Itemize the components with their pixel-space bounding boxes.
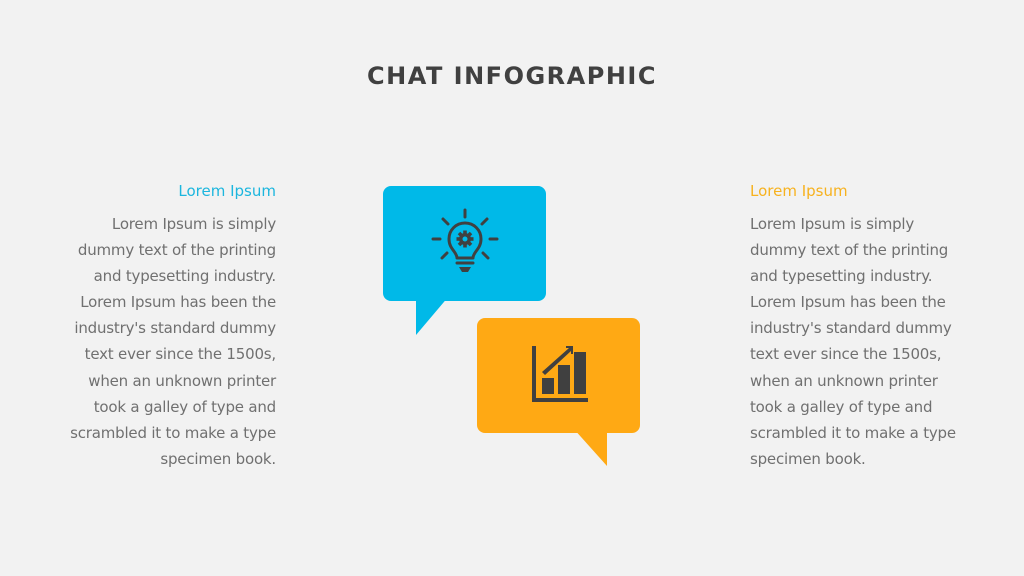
left-line: when an unknown printer <box>88 371 276 390</box>
left-line: scrambled it to make a type <box>70 423 276 442</box>
left-body: Lorem Ipsum is simply dummy text of the … <box>36 211 276 472</box>
left-line: took a galley of type and <box>93 397 276 416</box>
right-line: scrambled it to make a type <box>750 423 956 442</box>
right-line: Lorem Ipsum has been the <box>750 293 946 312</box>
page-title: CHAT INFOGRAPHIC <box>367 62 657 90</box>
right-line: when an unknown printer <box>750 371 938 390</box>
lightbulb-gear-icon <box>431 208 499 272</box>
right-line: text ever since the 1500s, <box>750 345 942 364</box>
left-heading: Lorem Ipsum <box>178 182 276 200</box>
left-line: Lorem Ipsum is simply <box>111 215 276 233</box>
left-text-block: Lorem Ipsum Lorem Ipsum is simply dummy … <box>36 179 276 472</box>
right-line: dummy text of the printing <box>750 241 949 260</box>
left-line: Lorem Ipsum has been the <box>80 293 276 312</box>
left-line: and typesetting industry. <box>93 267 277 286</box>
right-line: took a galley of type and <box>750 397 933 416</box>
orange-bubble-tail <box>573 428 607 466</box>
left-line: specimen book. <box>160 449 276 468</box>
bar-chart-growth-icon <box>532 346 588 402</box>
blue-bubble-tail <box>416 296 449 335</box>
right-text-block: Lorem Ipsum Lorem Ipsum is simply dummy … <box>750 179 990 472</box>
left-line: dummy text of the printing <box>77 241 276 260</box>
right-line: specimen book. <box>750 449 866 468</box>
right-line: industry's standard dummy <box>750 319 952 338</box>
left-line: industry's standard dummy <box>74 319 276 338</box>
left-line: text ever since the 1500s, <box>84 345 277 364</box>
right-body: Lorem Ipsum is simply dummy text of the … <box>750 211 990 472</box>
right-heading: Lorem Ipsum <box>750 182 848 200</box>
right-line: and typesetting industry. <box>750 267 933 286</box>
right-line: Lorem Ipsum is simply <box>750 215 915 233</box>
orange-chat-bubble <box>477 318 640 433</box>
blue-chat-bubble <box>383 186 546 301</box>
